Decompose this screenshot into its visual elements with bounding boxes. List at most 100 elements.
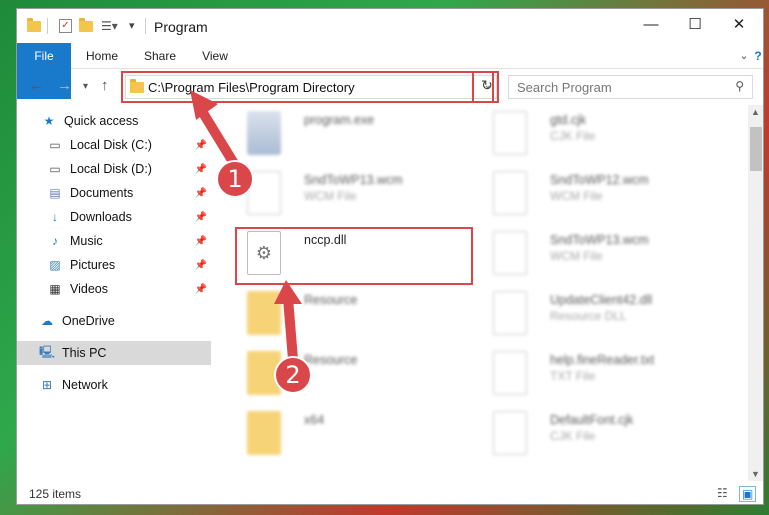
- pin-icon[interactable]: 📌: [195, 140, 207, 151]
- computer-icon: 🖳: [39, 344, 56, 359]
- chevron-down-icon[interactable]: ▾: [129, 19, 135, 37]
- sidebar-item-documents[interactable]: ▤ Documents 📌: [17, 181, 211, 205]
- file-item[interactable]: help.fineReader.txt TXT File: [473, 345, 703, 401]
- cloud-icon: ☁: [41, 314, 53, 328]
- sidebar-item-label: Documents: [70, 186, 134, 200]
- sidebar-item-local-disk-c[interactable]: ▭ Local Disk (C:) 📌: [17, 133, 211, 157]
- sidebar-item-network[interactable]: ⊞ Network: [17, 373, 211, 397]
- window-title: Program: [154, 19, 208, 35]
- file-item[interactable]: UpdateClient42.dll Resource DLL: [473, 285, 703, 341]
- exe-icon: [247, 111, 281, 155]
- separator: [145, 18, 146, 34]
- tab-home[interactable]: Home: [79, 43, 125, 69]
- sidebar-item-label: Local Disk (D:): [70, 162, 152, 176]
- recent-locations-icon[interactable]: ▾: [83, 81, 88, 92]
- search-input[interactable]: [517, 77, 727, 97]
- forward-icon[interactable]: →: [57, 77, 72, 94]
- close-button[interactable]: ✕: [717, 9, 761, 39]
- sidebar-item-this-pc[interactable]: 🖳 This PC: [17, 341, 211, 365]
- pin-icon[interactable]: 📌: [195, 188, 207, 199]
- network-icon: ⊞: [41, 378, 53, 392]
- properties-icon[interactable]: ✓: [59, 19, 72, 33]
- separator: [47, 18, 48, 34]
- customize-toolbar-icon[interactable]: ☰▾: [101, 19, 118, 37]
- sidebar-item-label: Network: [62, 378, 108, 392]
- text-file-icon: [493, 351, 527, 395]
- navigation-pane: ★ Quick access ▭ Local Disk (C:) 📌 ▭ Loc…: [17, 109, 211, 481]
- document-icon: [493, 171, 527, 215]
- item-count: 125 items: [29, 487, 82, 501]
- pin-icon[interactable]: 📌: [195, 260, 207, 271]
- sidebar-item-local-disk-d[interactable]: ▭ Local Disk (D:) 📌: [17, 157, 211, 181]
- sidebar-item-videos[interactable]: ▦ Videos 📌: [17, 277, 211, 301]
- download-icon: ↓: [52, 210, 58, 224]
- callout-step-2: 2: [274, 356, 312, 394]
- up-icon[interactable]: ↑: [101, 77, 109, 94]
- large-icons-view-icon[interactable]: ▣: [739, 486, 757, 502]
- back-icon[interactable]: ←: [29, 77, 44, 94]
- sidebar-item-pictures[interactable]: ▨ Pictures 📌: [17, 253, 211, 277]
- sidebar-item-music[interactable]: ♪ Music 📌: [17, 229, 211, 253]
- minimize-button[interactable]: —: [629, 9, 673, 39]
- sidebar-item-label: Local Disk (C:): [70, 138, 152, 152]
- file-highlight-box: [235, 227, 473, 285]
- documents-icon: ▤: [49, 186, 61, 200]
- status-bar: 125 items ☷ ▣: [17, 483, 763, 504]
- sidebar-item-label: Downloads: [70, 210, 132, 224]
- address-highlight-box: [121, 71, 494, 103]
- star-icon: ★: [43, 114, 55, 128]
- sidebar-item-quick-access[interactable]: ★ Quick access: [17, 109, 211, 133]
- new-folder-icon[interactable]: [79, 18, 93, 39]
- file-item[interactable]: DefaultFont.cjk CJK File: [473, 405, 703, 461]
- tab-share[interactable]: Share: [137, 43, 183, 69]
- navigation-bar: ← → ▾ ↑ C:\Program Files\Program Directo…: [17, 69, 763, 103]
- maximize-button[interactable]: ☐: [673, 9, 717, 39]
- scrollbar-thumb[interactable]: [750, 127, 762, 171]
- folder-icon: [247, 291, 281, 335]
- scroll-up-icon[interactable]: ▲: [751, 107, 760, 117]
- pin-icon[interactable]: 📌: [195, 164, 207, 175]
- search-icon[interactable]: ⚲: [735, 79, 744, 93]
- scroll-down-icon[interactable]: ▼: [751, 469, 760, 479]
- help-icon[interactable]: ?: [751, 43, 763, 69]
- document-icon: [493, 411, 527, 455]
- sidebar-item-downloads[interactable]: ↓ Downloads 📌: [17, 205, 211, 229]
- folder-item[interactable]: x64: [227, 405, 457, 461]
- dll-gear-icon: [493, 291, 527, 335]
- sidebar-item-label: This PC: [62, 346, 107, 360]
- document-icon: [493, 231, 527, 275]
- file-item[interactable]: SndToWP13.wcm WCM File: [227, 165, 457, 221]
- callout-step-1: 1: [216, 160, 254, 198]
- tab-view[interactable]: View: [193, 43, 237, 69]
- folder-item[interactable]: Resource: [227, 345, 457, 401]
- sidebar-item-label: Music: [70, 234, 103, 248]
- folder-item[interactable]: Resource: [227, 285, 457, 341]
- explorer-window: ✓ ☰▾ ▾ Program — ☐ ✕ File Home Share Vie…: [16, 8, 764, 505]
- folder-icon: [247, 411, 281, 455]
- file-list: program.exe SndToWP13.wcm WCM File ⚙ ncc…: [217, 105, 747, 481]
- sidebar-item-onedrive[interactable]: ☁ OneDrive: [17, 309, 211, 333]
- sidebar-item-label: Videos: [70, 282, 108, 296]
- sidebar-item-label: Quick access: [64, 114, 139, 128]
- folder-icon: [27, 18, 41, 39]
- drive-icon: ▭: [49, 162, 61, 176]
- file-item[interactable]: SndToWP12.wcm WCM File: [473, 165, 703, 221]
- document-icon: [493, 111, 527, 155]
- file-item[interactable]: SndToWP13.wcm WCM File: [473, 225, 703, 281]
- refresh-highlight-box: [472, 71, 499, 103]
- file-item[interactable]: gtd.cjk CJK File: [473, 105, 703, 161]
- sidebar-item-label: Pictures: [70, 258, 116, 272]
- pin-icon[interactable]: 📌: [195, 284, 207, 295]
- ribbon: File Home Share View ⌄ ?: [17, 43, 763, 99]
- file-item[interactable]: program.exe: [227, 105, 457, 161]
- search-box[interactable]: ⚲: [508, 75, 753, 99]
- vertical-scrollbar[interactable]: ▲ ▼: [748, 105, 763, 481]
- videos-icon: ▦: [49, 282, 61, 296]
- pin-icon[interactable]: 📌: [195, 212, 207, 223]
- sidebar-item-label: OneDrive: [62, 314, 115, 328]
- music-icon: ♪: [52, 234, 58, 248]
- pin-icon[interactable]: 📌: [195, 236, 207, 247]
- title-bar: ✓ ☰▾ ▾ Program — ☐ ✕: [17, 9, 763, 43]
- pictures-icon: ▨: [49, 258, 61, 272]
- details-view-icon[interactable]: ☷: [717, 486, 728, 500]
